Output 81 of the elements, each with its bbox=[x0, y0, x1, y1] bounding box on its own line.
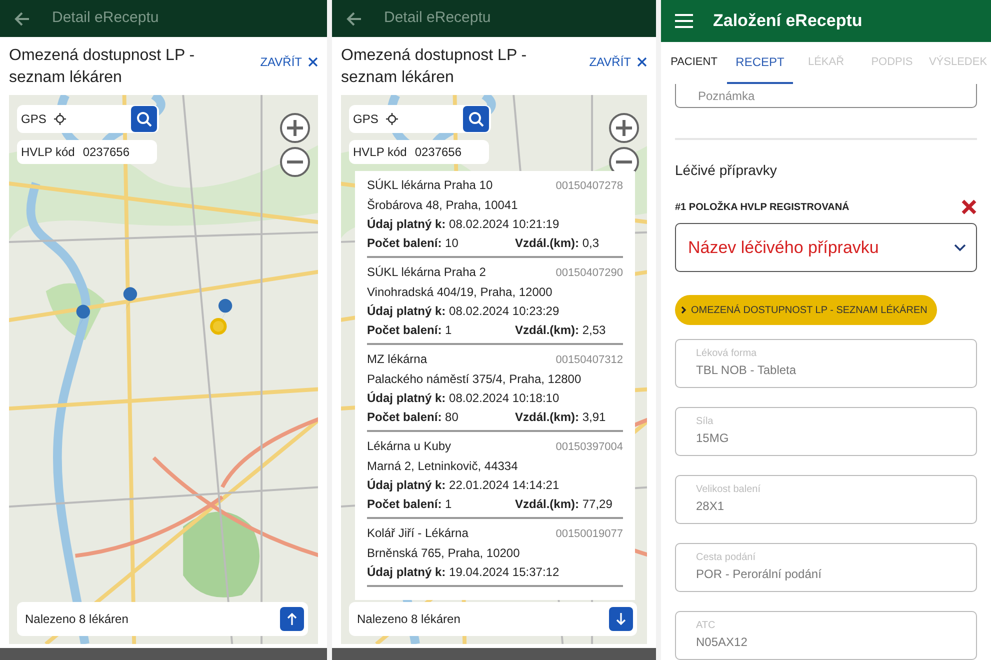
validity-text: Údaj platný k: 22.01.2024 14:14:21 bbox=[367, 477, 560, 494]
results-count: Nalezeno 8 lékáren bbox=[25, 611, 128, 628]
field-label: Cesta podání bbox=[696, 551, 756, 565]
search-button[interactable] bbox=[131, 106, 157, 132]
validity-text: Údaj platný k: 08.02.2024 10:21:19 bbox=[367, 216, 560, 233]
note-field-frame[interactable]: Poznámka bbox=[675, 84, 977, 108]
plus-icon bbox=[286, 119, 304, 137]
app-bar-title: Detail eReceptu bbox=[52, 8, 159, 28]
tab[interactable]: PACIENT bbox=[661, 42, 727, 84]
package-count-text: Počet balení: 1 bbox=[367, 322, 453, 339]
pharmacy-code: 00150407278 bbox=[556, 179, 623, 194]
pharmacy-code: 00150407290 bbox=[556, 266, 623, 281]
dialog-title: Omezená dostupnost LP - seznam lékáren bbox=[9, 46, 196, 88]
availability-button[interactable]: OMEZENÁ DOSTUPNOST LP - SEZNAM LÉKÁREN bbox=[675, 295, 938, 325]
close-button[interactable]: ZAVŘÍT bbox=[589, 45, 647, 71]
pharmacy-address: Vinohradská 404/19, Praha, 12000 bbox=[367, 284, 554, 301]
pharmacy-code: 00150407312 bbox=[556, 353, 623, 368]
close-icon bbox=[637, 57, 647, 67]
pharmacy-address: Marná 2, Letninkovič, 44334 bbox=[367, 458, 519, 475]
field-label: ATC bbox=[696, 619, 716, 633]
crosshair-icon bbox=[54, 113, 66, 125]
pharmacy-address: Šrobárova 48, Praha, 10041 bbox=[367, 197, 519, 214]
pharmacy-name: MZ lékárna bbox=[367, 351, 428, 368]
chevron-right-icon bbox=[681, 306, 687, 314]
note-field[interactable]: Poznámka bbox=[696, 85, 956, 107]
arrow-up-icon bbox=[287, 613, 297, 625]
field-label: Síla bbox=[696, 415, 714, 429]
pharmacy-code: 00150019077 bbox=[556, 527, 623, 542]
expand-button[interactable] bbox=[280, 607, 304, 631]
distance-text: Vzdál.(km): 3,91 bbox=[515, 409, 606, 426]
collapse-button[interactable] bbox=[609, 607, 633, 631]
item-header: #1 POLOŽKA HVLP REGISTROVANÁ bbox=[675, 200, 850, 214]
gps-label: GPS bbox=[353, 111, 378, 128]
delete-icon[interactable] bbox=[961, 199, 977, 215]
arrow-down-icon bbox=[616, 613, 626, 625]
pharmacy-name: SÚKL lékárna Praha 10 bbox=[367, 177, 493, 194]
menu-icon[interactable] bbox=[675, 14, 693, 28]
tab[interactable]: RECEPT bbox=[727, 42, 793, 84]
product-select[interactable]: Název léčivého přípravku bbox=[675, 223, 977, 272]
back-arrow-icon[interactable] bbox=[14, 10, 30, 26]
distance-text: Vzdál.(km): 77,29 bbox=[515, 496, 612, 513]
close-button[interactable]: ZAVŘÍT bbox=[260, 45, 318, 71]
dialog-title: Omezená dostupnost LP - seznam lékáren bbox=[341, 46, 528, 88]
product-name-input[interactable]: Název léčivého přípravku bbox=[686, 234, 954, 262]
minus-icon bbox=[615, 160, 633, 164]
minus-icon bbox=[286, 160, 304, 164]
validity-text: Údaj platný k: 08.02.2024 10:18:10 bbox=[367, 390, 560, 407]
pharmacy-name: Kolář Jiří - Lékárna bbox=[367, 525, 468, 542]
search-button[interactable] bbox=[463, 106, 489, 132]
section-title: Léčivé přípravky bbox=[675, 161, 778, 180]
plus-icon bbox=[615, 119, 633, 137]
field-label: Velikost balení bbox=[696, 483, 762, 497]
hvlp-code: 0237656 bbox=[82, 144, 130, 161]
hvlp-code: 0237656 bbox=[414, 144, 462, 161]
package-count-text: Počet balení: 10 bbox=[367, 235, 460, 252]
close-icon bbox=[308, 57, 318, 67]
crosshair-icon bbox=[386, 113, 398, 125]
validity-text: Údaj platný k: 19.04.2024 15:37:12 bbox=[367, 564, 560, 581]
pharmacy-name: Lékárna u Kuby bbox=[367, 438, 452, 455]
pharmacy-code: 00150397004 bbox=[556, 440, 623, 455]
pharmacy-address: Brněnská 765, Praha, 10200 bbox=[367, 545, 521, 562]
search-icon bbox=[136, 111, 152, 127]
app-bar-title: Detail eReceptu bbox=[384, 8, 491, 28]
results-count: Nalezeno 8 lékáren bbox=[357, 611, 460, 628]
gps-field[interactable]: GPS bbox=[349, 105, 491, 133]
gps-field[interactable]: GPS bbox=[17, 105, 159, 133]
hvlp-label: HVLP kód bbox=[353, 144, 407, 161]
gps-label: GPS bbox=[21, 111, 46, 128]
package-count-text: Počet balení: 1 bbox=[367, 496, 453, 513]
search-icon bbox=[468, 111, 484, 127]
distance-text: Vzdál.(km): 2,53 bbox=[515, 322, 606, 339]
package-count-text: Počet balení: 80 bbox=[367, 409, 460, 426]
field-label: Léková forma bbox=[696, 347, 758, 361]
app-bar-title: Založení eReceptu bbox=[713, 10, 862, 32]
pharmacy-address: Palackého náměstí 375/4, Praha, 12800 bbox=[367, 371, 582, 388]
hvlp-label: HVLP kód bbox=[21, 144, 75, 161]
pharmacy-name: SÚKL lékárna Praha 2 bbox=[367, 264, 486, 281]
back-arrow-icon[interactable] bbox=[346, 10, 362, 26]
validity-text: Údaj platný k: 08.02.2024 10:23:29 bbox=[367, 303, 560, 320]
distance-text: Vzdál.(km): 0,3 bbox=[515, 235, 600, 252]
chevron-down-icon bbox=[954, 244, 966, 252]
